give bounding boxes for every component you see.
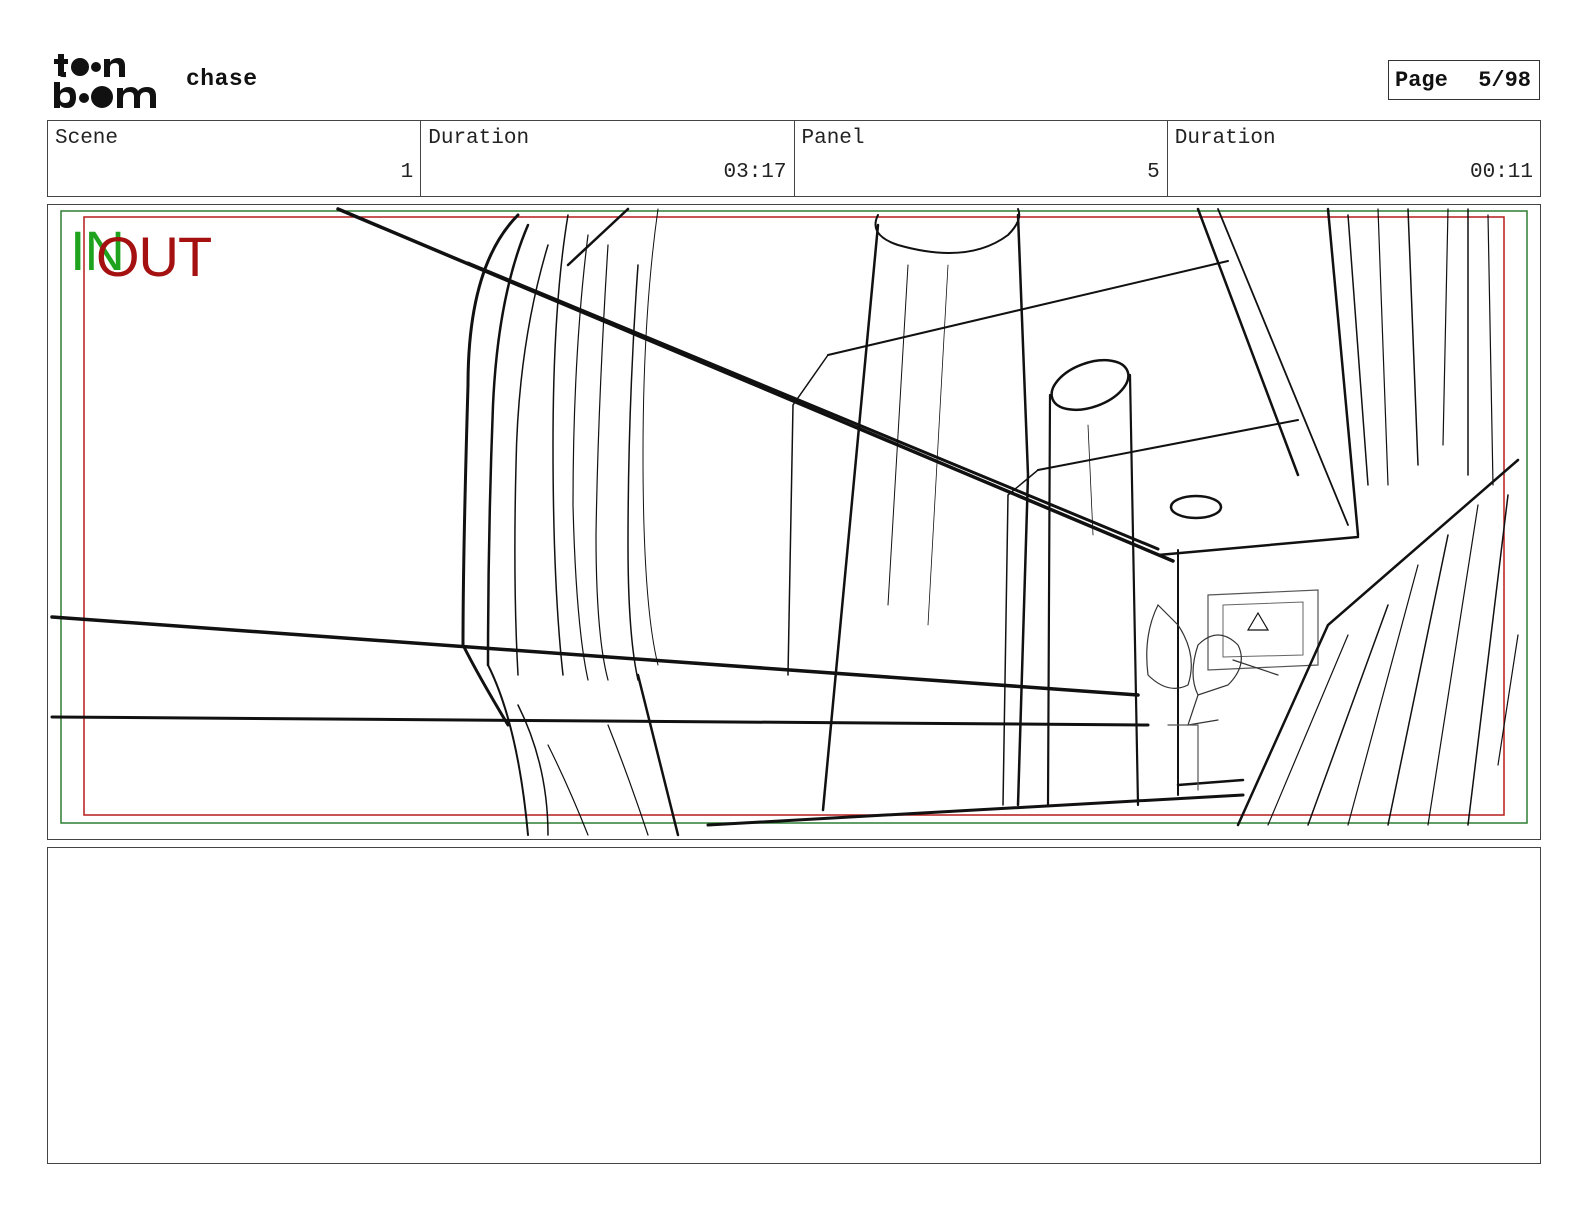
page-indicator: Page 5/98 xyxy=(1388,60,1540,100)
out-marker: OUT xyxy=(96,225,212,288)
scene-label: Scene xyxy=(55,127,119,150)
project-title: chase xyxy=(186,66,258,92)
scene-value: 1 xyxy=(400,161,414,184)
scene-duration-label: Duration xyxy=(428,127,530,150)
panel-duration-cell: Duration 00:11 xyxy=(1168,121,1540,196)
sketch-lines xyxy=(50,207,1520,837)
storyboard-panel: IN OUT xyxy=(47,204,1541,840)
page-label: Page xyxy=(1395,67,1448,93)
panel-value: 5 xyxy=(1147,161,1160,184)
scene-duration-value: 03:17 xyxy=(723,161,787,184)
panel-duration-value: 00:11 xyxy=(1469,161,1533,184)
panel-sketch xyxy=(50,207,1528,837)
panel-info-row: Scene 1 Duration 03:17 Panel 5 Duration … xyxy=(47,120,1541,197)
panel-duration-label: Duration xyxy=(1174,127,1276,150)
panel-notes-box[interactable] xyxy=(47,847,1541,1164)
scene-duration-cell: Duration 03:17 xyxy=(421,121,795,196)
page-number: 5/98 xyxy=(1478,67,1531,93)
safe-frame-red xyxy=(83,216,1505,816)
scene-cell: Scene 1 xyxy=(48,121,422,196)
toon-boom-logo xyxy=(52,50,164,112)
panel-label: Panel xyxy=(801,127,865,150)
panel-cell: Panel 5 xyxy=(795,121,1168,196)
